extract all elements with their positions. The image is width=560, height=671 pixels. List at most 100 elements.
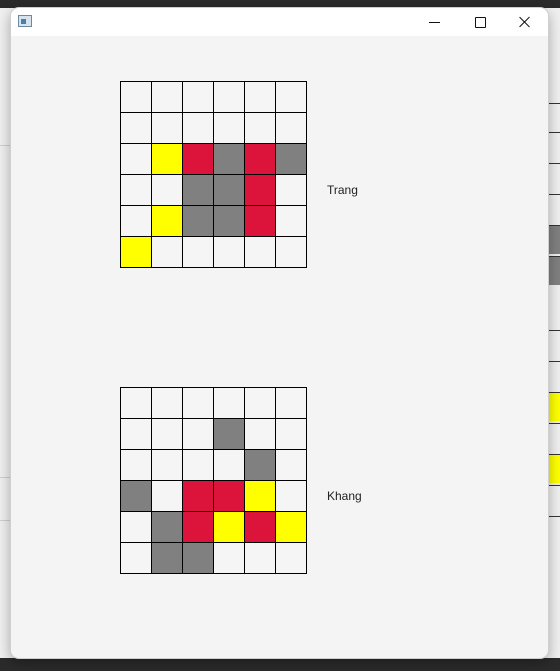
- background-table-row: [548, 132, 560, 161]
- minimize-button[interactable]: [411, 8, 457, 36]
- board-cell-empty[interactable]: [183, 388, 214, 419]
- background-table-row: [548, 163, 560, 192]
- board-cell-empty[interactable]: [121, 543, 152, 574]
- board-cell-empty[interactable]: [276, 237, 307, 268]
- background-bottom-bar: [0, 658, 560, 671]
- board-cell-red[interactable]: [245, 206, 276, 237]
- board-cell-empty[interactable]: [214, 543, 245, 574]
- background-table-row: [548, 256, 560, 285]
- board-cell-gray[interactable]: [121, 481, 152, 512]
- board-cell-gray[interactable]: [214, 419, 245, 450]
- board-cell-gray[interactable]: [276, 144, 307, 175]
- board-cell-red[interactable]: [245, 144, 276, 175]
- board-cell-yellow[interactable]: [245, 481, 276, 512]
- app-window-icon[interactable]: [18, 15, 32, 27]
- game-content: Trang Khang: [11, 36, 548, 658]
- board-cell-empty[interactable]: [152, 481, 183, 512]
- board-cell-gray[interactable]: [183, 543, 214, 574]
- board-cell-empty[interactable]: [245, 82, 276, 113]
- board-cell-empty[interactable]: [121, 512, 152, 543]
- background-table-row: [548, 423, 560, 452]
- board-cell-empty[interactable]: [245, 419, 276, 450]
- board-khang: [120, 387, 307, 574]
- board-cell-red[interactable]: [245, 175, 276, 206]
- board-cell-empty[interactable]: [214, 388, 245, 419]
- board-cell-empty[interactable]: [214, 450, 245, 481]
- board-cell-empty[interactable]: [121, 206, 152, 237]
- board-cell-empty[interactable]: [245, 113, 276, 144]
- maximize-button[interactable]: [457, 8, 503, 36]
- board-cell-gray[interactable]: [214, 206, 245, 237]
- board-cell-empty[interactable]: [152, 175, 183, 206]
- board-cell-red[interactable]: [183, 481, 214, 512]
- board-cell-empty[interactable]: [214, 113, 245, 144]
- board-cell-empty[interactable]: [121, 144, 152, 175]
- background-table-row: [548, 225, 560, 254]
- close-icon: [519, 16, 531, 28]
- board-cell-empty[interactable]: [214, 82, 245, 113]
- board-cell-empty[interactable]: [152, 237, 183, 268]
- board-cell-empty[interactable]: [152, 419, 183, 450]
- board-cell-empty[interactable]: [183, 113, 214, 144]
- board-cell-empty[interactable]: [276, 419, 307, 450]
- board-cell-empty[interactable]: [183, 419, 214, 450]
- player-name-khang: Khang: [327, 489, 362, 503]
- board-cell-yellow[interactable]: [214, 512, 245, 543]
- board-cell-gray[interactable]: [183, 206, 214, 237]
- background-table-row: [548, 361, 560, 390]
- board-cell-gray[interactable]: [183, 175, 214, 206]
- app-window: Trang Khang: [11, 8, 548, 658]
- board-cell-red[interactable]: [245, 512, 276, 543]
- board-cell-red[interactable]: [183, 144, 214, 175]
- board-cell-red[interactable]: [183, 512, 214, 543]
- board-trang: [120, 81, 307, 268]
- title-bar[interactable]: [11, 8, 548, 36]
- board-cell-empty[interactable]: [276, 543, 307, 574]
- background-table-row: [548, 485, 560, 514]
- background-top-bar: [0, 0, 560, 8]
- board-cell-empty[interactable]: [152, 388, 183, 419]
- minimize-icon: [428, 21, 440, 23]
- board-cell-yellow[interactable]: [152, 206, 183, 237]
- board-cell-empty[interactable]: [152, 450, 183, 481]
- background-table-row: [548, 330, 560, 359]
- board-cell-gray[interactable]: [152, 543, 183, 574]
- background-table-row: [548, 454, 560, 483]
- board-cell-empty[interactable]: [121, 388, 152, 419]
- board-cell-empty[interactable]: [152, 113, 183, 144]
- board-cell-yellow[interactable]: [152, 144, 183, 175]
- board-cell-empty[interactable]: [276, 175, 307, 206]
- board-cell-empty[interactable]: [276, 450, 307, 481]
- board-cell-yellow[interactable]: [276, 512, 307, 543]
- board-cell-empty[interactable]: [183, 450, 214, 481]
- board-cell-empty[interactable]: [121, 419, 152, 450]
- board-cell-red[interactable]: [214, 481, 245, 512]
- board-cell-gray[interactable]: [152, 512, 183, 543]
- board-cell-yellow[interactable]: [121, 237, 152, 268]
- board-cell-empty[interactable]: [276, 113, 307, 144]
- background-table-row: [548, 194, 560, 223]
- board-cell-empty[interactable]: [121, 175, 152, 206]
- board-cell-empty[interactable]: [121, 113, 152, 144]
- board-cell-empty[interactable]: [276, 481, 307, 512]
- board-cell-empty[interactable]: [121, 82, 152, 113]
- board-cell-gray[interactable]: [245, 450, 276, 481]
- board-cell-gray[interactable]: [214, 144, 245, 175]
- board-cell-empty[interactable]: [214, 237, 245, 268]
- board-cell-empty[interactable]: [245, 388, 276, 419]
- board-cell-gray[interactable]: [214, 175, 245, 206]
- close-button[interactable]: [502, 8, 548, 36]
- maximize-icon: [474, 16, 486, 28]
- board-cell-empty[interactable]: [152, 82, 183, 113]
- board-cell-empty[interactable]: [276, 206, 307, 237]
- board-cell-empty[interactable]: [183, 82, 214, 113]
- board-cell-empty[interactable]: [121, 450, 152, 481]
- background-table-row: [548, 392, 560, 421]
- background-table-row: [548, 516, 560, 545]
- board-cell-empty[interactable]: [245, 543, 276, 574]
- board-cell-empty[interactable]: [183, 237, 214, 268]
- board-cell-empty[interactable]: [276, 82, 307, 113]
- background-table-row: [548, 103, 560, 132]
- board-cell-empty[interactable]: [245, 237, 276, 268]
- board-cell-empty[interactable]: [276, 388, 307, 419]
